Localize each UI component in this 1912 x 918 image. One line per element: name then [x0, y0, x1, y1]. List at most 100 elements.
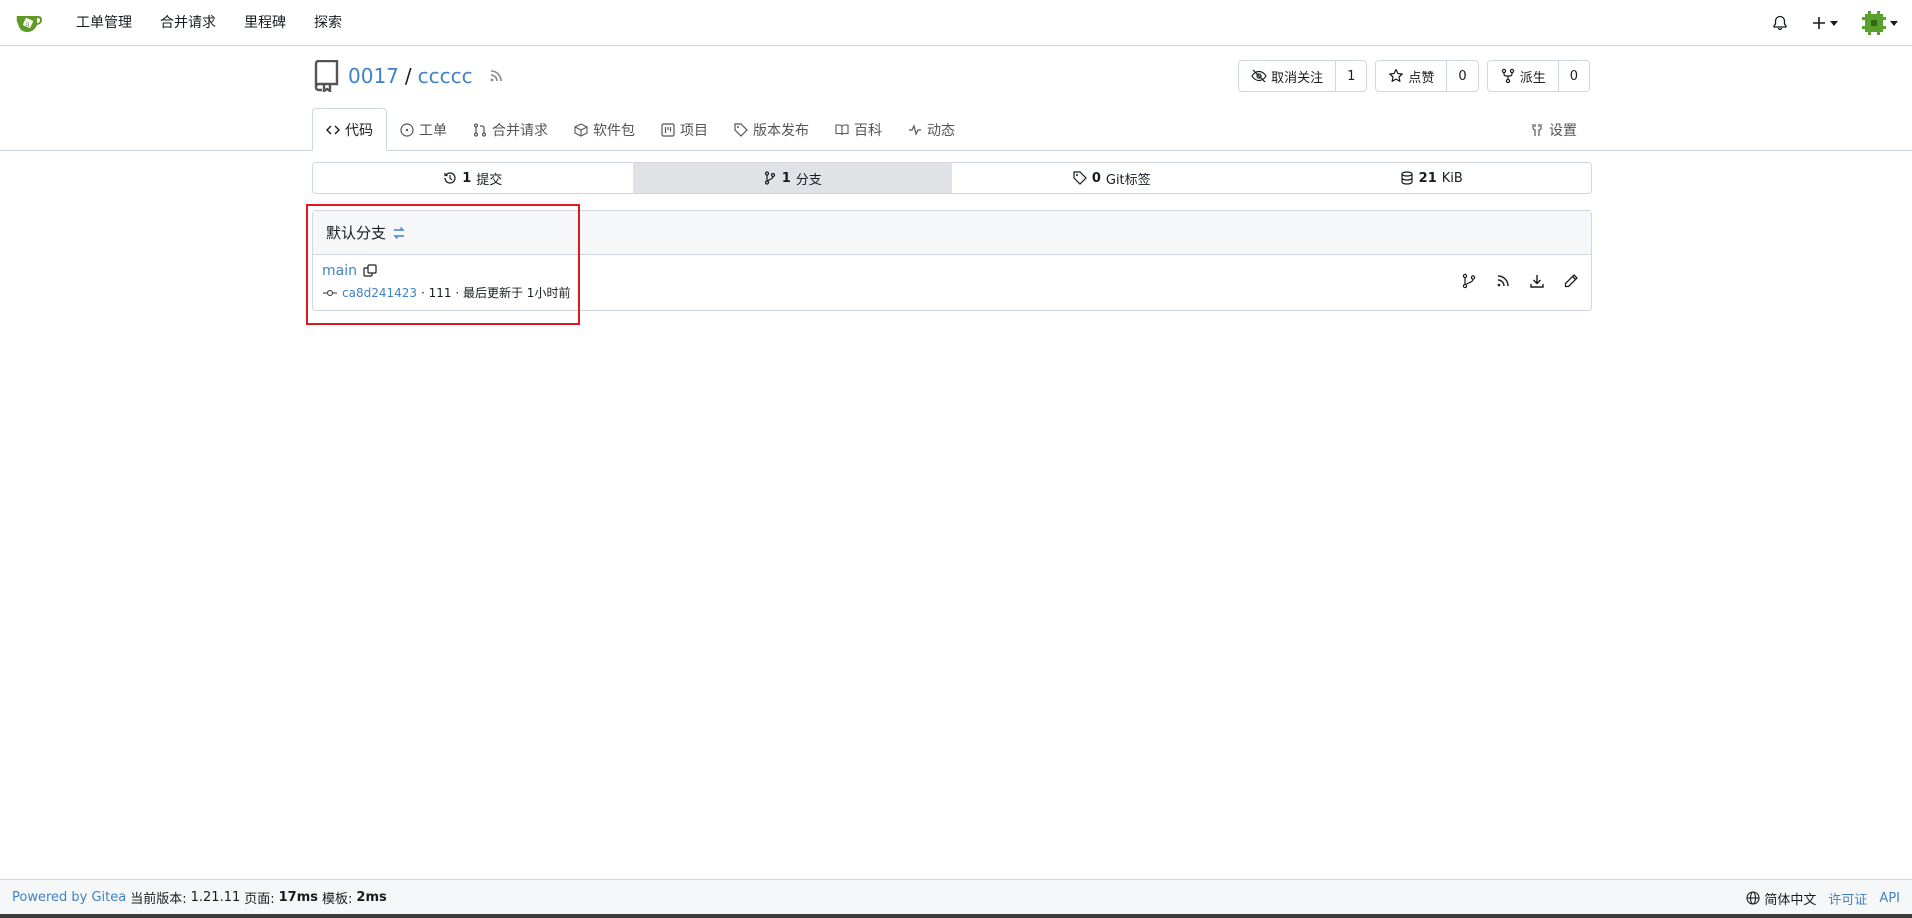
branch-name-line: main — [322, 263, 377, 279]
tab-settings-label: 设置 — [1549, 122, 1577, 139]
notifications-bell-icon[interactable] — [1772, 15, 1788, 31]
pulse-icon — [909, 123, 921, 136]
commit-sha-link[interactable]: ca8d241423 — [342, 286, 417, 300]
commit-message-and-time: · 111 · 最后更新于 1小时前 — [421, 286, 571, 300]
page-time-label: 页面: — [244, 892, 275, 907]
eye-closed-icon — [1251, 69, 1267, 83]
tab-packages-label: 软件包 — [593, 122, 635, 139]
pull-request-icon — [473, 122, 487, 137]
user-avatar-dropdown[interactable] — [1862, 11, 1898, 35]
commit-icon — [322, 287, 338, 299]
tags-stat[interactable]: 0 Git标签 — [952, 163, 1272, 193]
unwatch-label: 取消关注 — [1271, 70, 1324, 86]
fork-button-group: 派生 0 — [1486, 60, 1590, 92]
create-branch-icon[interactable] — [1461, 273, 1477, 289]
nav-explore-link[interactable]: 探索 — [300, 0, 356, 46]
nav-issues-link[interactable]: 工单管理 — [62, 0, 146, 46]
tab-releases-label: 版本发布 — [753, 122, 809, 139]
chevron-down-icon — [1830, 20, 1838, 26]
rename-pencil-icon[interactable] — [1563, 273, 1579, 289]
tags-label: Git标签 — [1105, 172, 1151, 188]
svg-text:g: g — [26, 21, 30, 28]
gitea-logo-icon[interactable]: g — [14, 8, 44, 38]
tab-settings[interactable]: 设置 — [1517, 108, 1590, 151]
size-unit: KiB — [1441, 170, 1463, 186]
language-label: 简体中文 — [1764, 892, 1817, 908]
branch-name-link[interactable]: main — [322, 263, 357, 279]
forks-count[interactable]: 0 — [1559, 61, 1589, 91]
download-icon[interactable] — [1529, 273, 1545, 289]
branches-stat[interactable]: 1 分支 — [632, 163, 952, 193]
tag-icon — [734, 122, 748, 137]
language-selector[interactable]: 简体中文 — [1746, 889, 1816, 908]
tab-releases[interactable]: 版本发布 — [721, 108, 822, 151]
powered-by-gitea-link[interactable]: Powered by Gitea — [12, 890, 126, 905]
stars-count[interactable]: 0 — [1447, 61, 1477, 91]
tab-projects[interactable]: 项目 — [648, 108, 721, 151]
create-new-dropdown[interactable] — [1812, 16, 1838, 30]
repo-title: 0017 / ccccc — [312, 60, 503, 92]
repo-tabs: 代码 工单 合并请求 软件包 项目 版本发布 百科 动态 设置 — [312, 108, 1590, 151]
rss-icon[interactable] — [1495, 273, 1511, 289]
watch-button-group: 取消关注 1 — [1238, 60, 1368, 92]
chevron-down-icon — [1890, 20, 1898, 26]
fork-label: 派生 — [1519, 70, 1546, 86]
unwatch-button[interactable]: 取消关注 — [1239, 61, 1337, 91]
window-bottom-edge — [0, 914, 1912, 918]
avatar — [1862, 11, 1886, 35]
tab-wiki[interactable]: 百科 — [822, 108, 895, 151]
star-button[interactable]: 点赞 — [1376, 61, 1448, 91]
commits-label: 提交 — [476, 172, 503, 188]
version-value: 1.21.11 — [190, 890, 241, 905]
license-link[interactable]: 许可证 — [1828, 889, 1867, 908]
branch-actions — [1461, 273, 1579, 289]
template-time-value: 2ms — [356, 890, 387, 905]
database-icon — [1401, 171, 1413, 185]
repo-owner-link[interactable]: 0017 — [348, 64, 399, 88]
tab-wiki-label: 百科 — [854, 122, 882, 139]
footer-left: Powered by Gitea 当前版本: 1.21.11 页面: 17ms … — [0, 888, 387, 907]
issue-icon — [400, 122, 414, 137]
repo-actions: 取消关注 1 点赞 0 派生 0 — [1238, 60, 1590, 92]
repo-name-link[interactable]: ccccc — [418, 64, 473, 88]
branches-label: 分支 — [795, 172, 822, 188]
rss-feed-icon[interactable] — [489, 69, 503, 83]
nav-milestones-link[interactable]: 里程碑 — [230, 0, 300, 46]
switch-arrows-icon[interactable] — [392, 226, 406, 240]
size-stat: 21 KiB — [1272, 163, 1592, 193]
history-icon — [444, 172, 456, 184]
tab-packages[interactable]: 软件包 — [561, 108, 648, 151]
tags-count: 0 — [1091, 170, 1101, 186]
tab-issues[interactable]: 工单 — [387, 108, 460, 151]
top-navbar: g 工单管理 合并请求 里程碑 探索 — [0, 0, 1912, 46]
project-icon — [661, 122, 675, 137]
globe-icon — [1746, 891, 1760, 905]
copy-icon[interactable] — [363, 264, 377, 278]
repo-path-separator: / — [404, 64, 412, 88]
api-link[interactable]: API — [1879, 891, 1900, 906]
repo-icon — [312, 60, 342, 92]
page-time-value: 17ms — [278, 890, 319, 905]
package-icon — [574, 122, 588, 137]
branch-commit-meta: ca8d241423 · 111 · 最后更新于 1小时前 — [322, 284, 570, 301]
repo-header: 0017 / ccccc 取消关注 1 点赞 0 派生 0 — [312, 60, 1590, 100]
fork-button[interactable]: 派生 — [1488, 61, 1559, 91]
nav-pulls-link[interactable]: 合并请求 — [146, 0, 230, 46]
code-icon — [326, 125, 340, 134]
tag-icon — [1073, 171, 1087, 185]
tab-issues-label: 工单 — [419, 122, 447, 139]
book-icon — [835, 123, 849, 135]
page-footer: Powered by Gitea 当前版本: 1.21.11 页面: 17ms … — [0, 879, 1912, 915]
repo-stats-bar: 1 提交 1 分支 0 Git标签 21 KiB — [312, 162, 1592, 194]
template-time-label: 模板: — [322, 892, 353, 907]
tab-code-label: 代码 — [345, 122, 373, 139]
fork-icon — [1501, 68, 1514, 84]
star-icon — [1389, 68, 1404, 82]
tab-code[interactable]: 代码 — [312, 108, 387, 151]
tab-pulls[interactable]: 合并请求 — [460, 108, 561, 151]
watchers-count[interactable]: 1 — [1336, 61, 1366, 91]
tab-activity[interactable]: 动态 — [895, 108, 968, 151]
commits-count: 1 — [462, 170, 472, 186]
commits-stat[interactable]: 1 提交 — [313, 163, 633, 193]
tab-projects-label: 项目 — [680, 122, 708, 139]
